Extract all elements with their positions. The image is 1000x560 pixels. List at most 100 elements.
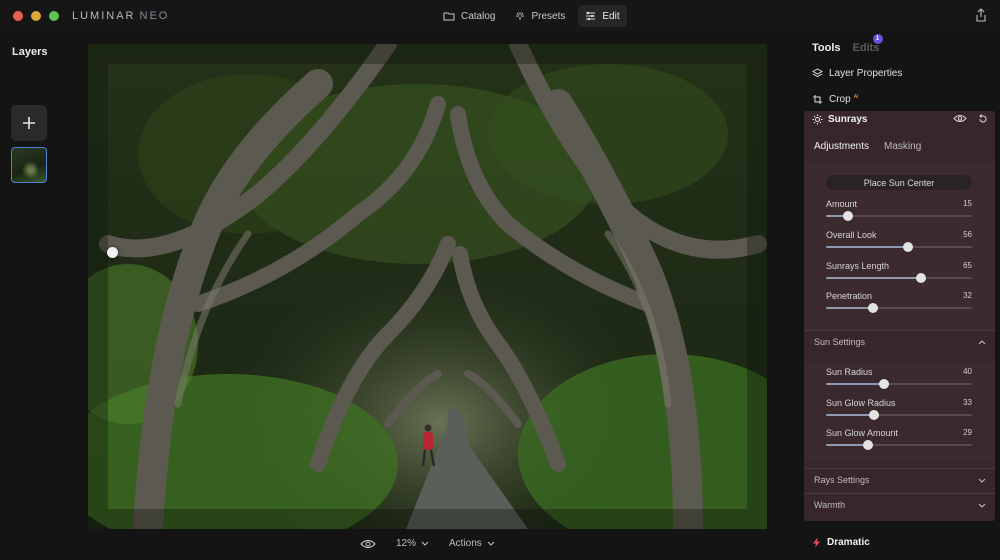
layers-title: Layers bbox=[12, 46, 48, 58]
chevron-down-icon bbox=[978, 503, 986, 508]
app-logo: LUMINAR NEO bbox=[72, 10, 169, 22]
tool-dramatic-label: Dramatic bbox=[827, 537, 870, 548]
slider-label: Amount bbox=[826, 199, 858, 209]
tool-dramatic[interactable]: Dramatic bbox=[812, 537, 870, 548]
slider-knob[interactable] bbox=[879, 379, 890, 389]
divider bbox=[804, 330, 995, 331]
slider-knob[interactable] bbox=[867, 303, 878, 313]
zoom-window-button[interactable] bbox=[49, 11, 59, 21]
slider-knob[interactable] bbox=[842, 211, 853, 221]
tab-edits[interactable]: Edits 1 bbox=[852, 34, 883, 54]
sunrays-actions bbox=[953, 114, 987, 124]
slider-track[interactable] bbox=[826, 211, 972, 221]
rays-settings-header[interactable]: Rays Settings bbox=[814, 475, 986, 485]
sun-icon bbox=[812, 114, 823, 125]
tool-layer-properties[interactable]: Layer Properties bbox=[812, 68, 902, 79]
warmth-label: Warmth bbox=[814, 500, 846, 510]
slider-label: Sun Radius bbox=[826, 367, 873, 377]
tool-crop-label: Crop bbox=[829, 94, 851, 105]
reset-icon[interactable] bbox=[977, 114, 987, 124]
tab-tools[interactable]: Tools bbox=[812, 42, 841, 54]
minimize-window-button[interactable] bbox=[31, 11, 41, 21]
layer-thumbnail[interactable] bbox=[11, 147, 47, 183]
layers-icon bbox=[812, 68, 823, 78]
slider-label: Sunrays Length bbox=[826, 261, 890, 271]
sparkle-icon bbox=[516, 12, 525, 20]
visibility-eye-icon[interactable] bbox=[953, 114, 967, 123]
slider-label: Sun Glow Amount bbox=[826, 428, 899, 438]
chevron-down-icon bbox=[421, 541, 429, 546]
slider-label: Overall Look bbox=[826, 230, 877, 240]
slider-value: 15 bbox=[963, 199, 972, 208]
nav-presets[interactable]: Presets bbox=[508, 5, 572, 27]
sun-settings-section: Sun Radius 40 Sun Glow Radius 33 Sun Glo… bbox=[804, 362, 995, 462]
bottom-toolbar: 12% Actions bbox=[360, 538, 495, 549]
slider-value: 40 bbox=[963, 367, 972, 376]
logo-main: LUMINAR bbox=[72, 10, 136, 22]
slider-track[interactable] bbox=[826, 410, 972, 420]
panel-tabs: Tools Edits 1 bbox=[812, 34, 883, 54]
plus-icon bbox=[23, 117, 35, 129]
actions-label: Actions bbox=[449, 538, 482, 549]
sunrays-title: Sunrays bbox=[828, 114, 868, 125]
folder-icon bbox=[443, 12, 455, 21]
slider-value: 32 bbox=[963, 291, 972, 300]
tab-edits-label: Edits bbox=[852, 42, 880, 54]
slider-track[interactable] bbox=[826, 303, 972, 313]
tools-panel: Tools Edits 1 Layer Properties Crop AI S… bbox=[804, 32, 1000, 560]
slider-value: 56 bbox=[963, 230, 972, 239]
slider-value: 33 bbox=[963, 398, 972, 407]
add-layer-button[interactable] bbox=[11, 105, 47, 141]
tab-adjustments[interactable]: Adjustments bbox=[814, 141, 869, 152]
slider-track[interactable] bbox=[826, 379, 972, 389]
sun-center-handle[interactable] bbox=[107, 247, 118, 258]
crop-icon bbox=[813, 95, 822, 104]
close-window-button[interactable] bbox=[13, 11, 23, 21]
slider-knob[interactable] bbox=[863, 440, 874, 450]
lightning-icon bbox=[813, 537, 820, 548]
rays-settings-label: Rays Settings bbox=[814, 475, 870, 485]
sliders-icon bbox=[586, 11, 596, 21]
title-bar: LUMINAR NEO Catalog Presets Edit bbox=[0, 0, 1000, 32]
sunrays-header[interactable]: Sunrays bbox=[812, 114, 867, 125]
divider bbox=[804, 468, 995, 469]
warmth-header[interactable]: Warmth bbox=[814, 500, 986, 510]
place-sun-center-button[interactable]: Place Sun Center bbox=[826, 175, 972, 190]
nav-edit-label: Edit bbox=[602, 10, 620, 22]
nav-edit[interactable]: Edit bbox=[578, 5, 627, 27]
photo-canvas[interactable] bbox=[88, 44, 767, 529]
chevron-down-icon bbox=[487, 541, 495, 546]
slider-track[interactable] bbox=[826, 242, 972, 252]
nav-catalog[interactable]: Catalog bbox=[436, 5, 502, 27]
crop-ai-tag: AI bbox=[853, 94, 859, 100]
slider-knob[interactable] bbox=[869, 410, 880, 420]
zoom-select[interactable]: 12% bbox=[396, 538, 429, 549]
window-controls bbox=[13, 11, 59, 21]
sun-settings-header[interactable]: Sun Settings bbox=[814, 337, 986, 347]
slider-track[interactable] bbox=[826, 440, 972, 450]
layers-panel: Layers bbox=[0, 32, 60, 560]
adjustments-section: Place Sun Center Amount 15 Overall Look … bbox=[804, 162, 995, 330]
sun-settings-label: Sun Settings bbox=[814, 337, 866, 347]
tab-masking[interactable]: Masking bbox=[884, 141, 921, 152]
chevron-up-icon bbox=[978, 339, 986, 344]
tool-crop[interactable]: Crop AI bbox=[812, 94, 858, 105]
tool-layer-properties-label: Layer Properties bbox=[829, 68, 903, 79]
nav-presets-label: Presets bbox=[531, 10, 566, 22]
share-icon[interactable] bbox=[975, 8, 987, 22]
forest-road-photo bbox=[88, 44, 767, 529]
divider bbox=[804, 493, 995, 494]
slider-knob[interactable] bbox=[902, 242, 913, 252]
nav-catalog-label: Catalog bbox=[461, 10, 496, 22]
slider-value: 29 bbox=[963, 428, 972, 437]
sunrays-subtabs: Adjustments Masking bbox=[814, 141, 921, 152]
slider-label: Sun Glow Radius bbox=[826, 398, 896, 408]
slider-knob[interactable] bbox=[915, 273, 926, 283]
actions-menu[interactable]: Actions bbox=[449, 538, 495, 549]
zoom-level: 12% bbox=[396, 538, 417, 549]
chevron-down-icon bbox=[978, 478, 986, 483]
top-navigation: Catalog Presets Edit bbox=[436, 5, 627, 27]
slider-track[interactable] bbox=[826, 273, 972, 283]
logo-sub: NEO bbox=[139, 10, 170, 22]
preview-eye-icon[interactable] bbox=[360, 539, 376, 549]
